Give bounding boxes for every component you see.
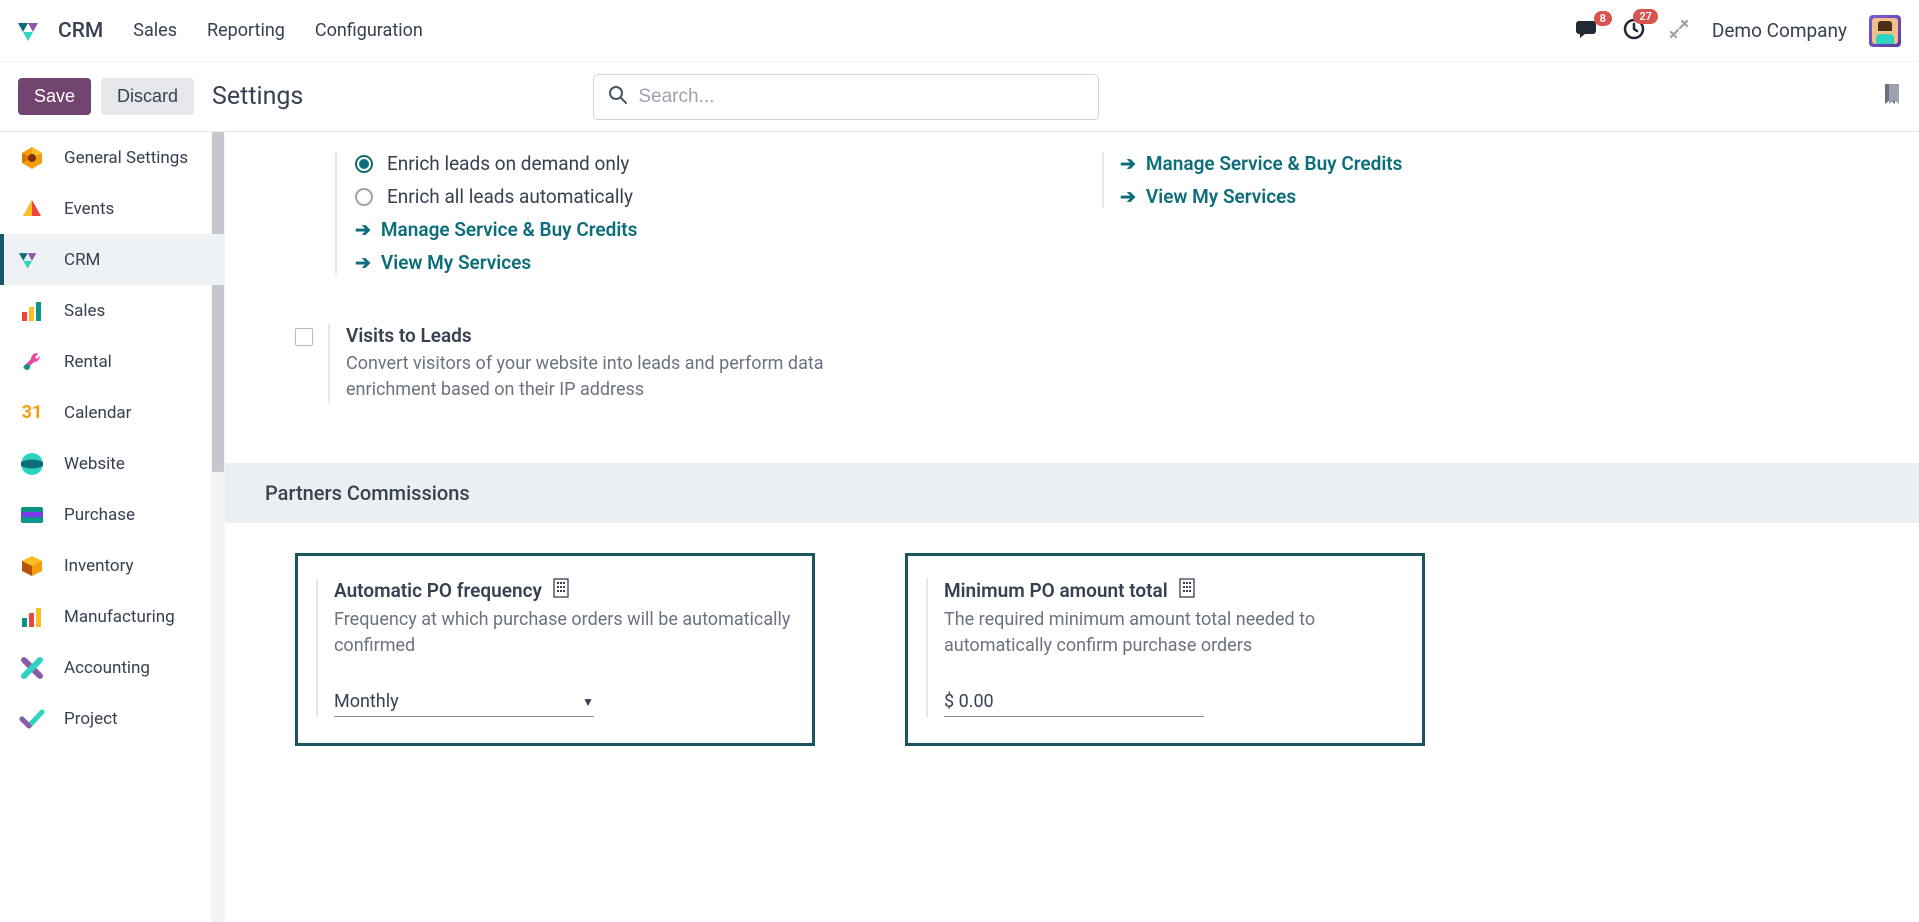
card-min-po-amount: Minimum PO amount total The required min… [905,553,1425,746]
link-text: View My Services [381,251,531,274]
messages-button[interactable]: 8 [1576,19,1600,43]
user-avatar[interactable] [1869,15,1901,47]
sidebar-label: Rental [64,352,112,372]
setting-title: Visits to Leads [346,324,866,347]
top-navbar: CRM Sales Reporting Configuration 8 27 D… [0,0,1919,62]
sidebar-label: Events [64,199,114,219]
sidebar-label: Manufacturing [64,607,175,627]
radio-label: Enrich leads on demand only [387,152,629,175]
purchase-icon [18,501,46,529]
enrich-option-demand[interactable]: Enrich leads on demand only [355,152,1082,175]
link-text: Manage Service & Buy Credits [381,218,638,241]
manage-service-link[interactable]: ➔ Manage Service & Buy Credits [355,218,1082,241]
sidebar-item-purchase[interactable]: Purchase [0,489,225,540]
link-text: Manage Service & Buy Credits [1146,152,1403,175]
sidebar-item-accounting[interactable]: Accounting [0,642,225,693]
card-description: The required minimum amount total needed… [944,607,1404,659]
sidebar-item-sales[interactable]: Sales [0,285,225,336]
page-title: Settings [212,82,303,111]
search-icon [608,85,628,109]
calendar-icon: 31 [18,399,46,427]
card-title-text: Automatic PO frequency [334,579,542,602]
sidebar-label: Accounting [64,658,150,678]
search-box[interactable] [593,74,1099,120]
inventory-icon [18,552,46,580]
sidebar-label: Calendar [64,403,131,423]
arrow-right-icon: ➔ [1120,185,1136,208]
amount-value: $ 0.00 [944,691,994,712]
gear-hex-icon [18,144,46,172]
sidebar-item-calendar[interactable]: 31 Calendar [0,387,225,438]
sidebar-item-general-settings[interactable]: General Settings [0,132,225,183]
sidebar-label: Website [64,454,125,474]
search-input[interactable] [638,86,1084,108]
events-icon [18,195,46,223]
save-button[interactable]: Save [18,78,91,115]
card-title-text: Minimum PO amount total [944,579,1168,602]
view-services-link-right[interactable]: ➔ View My Services [1120,185,1849,208]
radio-unchecked-icon[interactable] [355,188,373,206]
accounting-icon [18,654,46,682]
sidebar-item-website[interactable]: Website [0,438,225,489]
company-selector[interactable]: Demo Company [1712,19,1847,42]
activities-badge: 27 [1633,9,1658,24]
card-description: Frequency at which purchase orders will … [334,607,794,659]
card-auto-po-frequency: Automatic PO frequency Frequency at whic… [295,553,815,746]
section-header-partners: Partners Commissions [225,463,1919,523]
arrow-right-icon: ➔ [355,218,371,241]
sidebar-label: CRM [64,250,100,270]
link-text: View My Services [1146,185,1296,208]
sidebar-item-project[interactable]: Project [0,693,225,744]
chevron-down-icon: ▼ [582,695,594,709]
building-icon [552,578,570,603]
sidebar-item-manufacturing[interactable]: Manufacturing [0,591,225,642]
sidebar-item-rental[interactable]: Rental [0,336,225,387]
radio-label: Enrich all leads automatically [387,185,633,208]
nav-configuration[interactable]: Configuration [315,20,423,41]
sidebar-label: Inventory [64,556,134,576]
arrow-right-icon: ➔ [355,251,371,274]
crm-icon [18,246,46,274]
nav-sales[interactable]: Sales [133,20,177,41]
nav-reporting[interactable]: Reporting [207,20,285,41]
enrich-option-auto[interactable]: Enrich all leads automatically [355,185,1082,208]
crm-logo-icon [18,20,48,42]
view-services-link[interactable]: ➔ View My Services [355,251,1082,274]
sales-icon [18,297,46,325]
sidebar-label: Project [64,709,118,729]
sidebar-item-crm[interactable]: CRM [0,234,225,285]
settings-sidebar: General Settings Events CRM Sales Rental… [0,132,225,922]
arrow-right-icon: ➔ [1120,152,1136,175]
building-icon [1178,578,1196,603]
app-name[interactable]: CRM [58,19,103,43]
bookmark-icon[interactable] [1883,83,1901,111]
min-po-amount-input[interactable]: $ 0.00 [944,687,1204,717]
discard-button[interactable]: Discard [101,78,194,115]
sidebar-label: General Settings [64,148,188,168]
messages-badge: 8 [1594,11,1612,26]
sidebar-item-inventory[interactable]: Inventory [0,540,225,591]
sidebar-label: Purchase [64,505,135,525]
setting-description: Convert visitors of your website into le… [346,351,866,403]
control-bar: Save Discard Settings [0,62,1919,132]
tools-icon[interactable] [1668,18,1690,44]
select-value: Monthly [334,691,399,712]
activities-button[interactable]: 27 [1622,17,1646,45]
sidebar-item-events[interactable]: Events [0,183,225,234]
sidebar-label: Sales [64,301,105,321]
rental-icon [18,348,46,376]
manage-service-link-right[interactable]: ➔ Manage Service & Buy Credits [1120,152,1849,175]
po-frequency-select[interactable]: Monthly ▼ [334,687,594,717]
visits-to-leads-checkbox[interactable] [295,328,313,346]
project-icon [18,705,46,733]
radio-checked-icon[interactable] [355,155,373,173]
manufacturing-icon [18,603,46,631]
settings-main: Enrich leads on demand only Enrich all l… [225,132,1919,922]
website-icon [18,450,46,478]
